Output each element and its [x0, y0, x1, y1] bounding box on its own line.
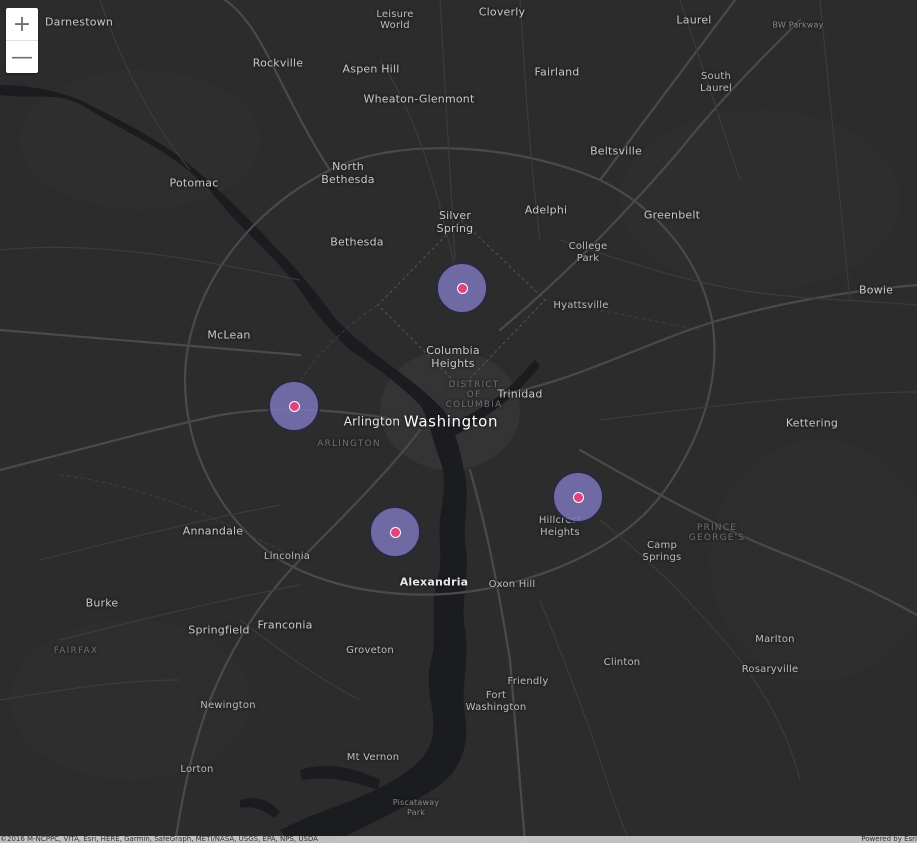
label-springfield: Springfield: [188, 623, 250, 637]
label-clinton: Clinton: [603, 657, 641, 668]
label-mclean: McLean: [207, 328, 251, 342]
label-greenbelt: Greenbelt: [643, 208, 701, 222]
label-washington: Washington: [403, 412, 499, 431]
map-view[interactable]: Darnestown Leisure World Cloverly Laurel…: [0, 0, 917, 843]
label-arlington-county: ARLINGTON: [317, 439, 381, 449]
marker-dot-icon: [390, 527, 401, 538]
label-aspen-hill: Aspen Hill: [342, 62, 400, 76]
marker-dot-icon: [573, 492, 584, 503]
label-arlington: Arlington: [343, 414, 401, 429]
label-cloverly: Cloverly: [478, 5, 526, 19]
label-franconia: Franconia: [257, 618, 313, 632]
label-annandale: Annandale: [182, 524, 244, 538]
label-burke: Burke: [85, 596, 119, 610]
label-fairland: Fairland: [534, 65, 580, 79]
label-fairfax-county: FAIRFAX: [53, 646, 99, 656]
attribution-bar: ©2016 M-NCPPC, VITA, Esri, HERE, Garmin,…: [0, 836, 917, 843]
label-potomac: Potomac: [169, 176, 219, 190]
zoom-in-button[interactable]: +: [6, 8, 38, 40]
label-district-of-columbia: DISTRICT OF COLUMBIA: [445, 380, 503, 410]
label-alexandria: Alexandria: [399, 575, 469, 589]
label-laurel: Laurel: [676, 13, 712, 27]
label-hyattsville: Hyattsville: [553, 300, 609, 311]
label-bowie: Bowie: [858, 283, 894, 297]
label-bethesda: Bethesda: [330, 235, 384, 249]
label-darnestown: Darnestown: [44, 15, 114, 29]
label-kettering: Kettering: [785, 416, 839, 430]
zoom-out-button[interactable]: —: [6, 40, 38, 73]
label-piscataway-park: Piscataway Park: [392, 798, 440, 817]
map-marker[interactable]: [369, 506, 421, 558]
label-groveton: Groveton: [346, 645, 394, 656]
attribution-text: ©2016 M-NCPPC, VITA, Esri, HERE, Garmin,…: [0, 836, 318, 843]
label-marlton: Marlton: [755, 634, 795, 645]
label-adelphi: Adelphi: [524, 203, 568, 217]
powered-by-esri-link[interactable]: Powered by Esri: [861, 836, 917, 843]
label-mt-vernon: Mt Vernon: [346, 752, 400, 763]
label-college-park: College Park: [568, 241, 608, 264]
label-friendly: Friendly: [507, 676, 549, 687]
label-beltsville: Beltsville: [590, 144, 642, 158]
label-leisure-world: Leisure World: [376, 9, 414, 31]
marker-dot-icon: [457, 283, 468, 294]
label-rosaryville: Rosaryville: [741, 664, 799, 675]
label-lorton: Lorton: [180, 764, 214, 775]
zoom-control: + —: [6, 8, 38, 73]
label-wheaton-glenmont: Wheaton-Glenmont: [363, 92, 475, 106]
map-marker[interactable]: [268, 380, 320, 432]
label-newington: Newington: [200, 700, 256, 711]
label-oxon-hill: Oxon Hill: [488, 579, 536, 590]
label-south-laurel: South Laurel: [699, 71, 733, 94]
label-camp-springs: Camp Springs: [642, 540, 682, 563]
map-marker[interactable]: [436, 262, 488, 314]
label-bw-parkway: BW Parkway: [772, 20, 824, 30]
label-trinidad: Trinidad: [497, 387, 543, 401]
label-silver-spring: Silver Spring: [436, 209, 474, 235]
label-lincolnia: Lincolnia: [263, 551, 311, 562]
map-marker[interactable]: [552, 471, 604, 523]
label-fort-washington: Fort Washington: [465, 690, 527, 713]
label-north-bethesda: North Bethesda: [321, 160, 375, 186]
label-columbia-heights: Columbia Heights: [426, 344, 480, 370]
marker-dot-icon: [289, 401, 300, 412]
label-prince-georges: PRINCE GEORGE'S: [688, 523, 746, 543]
label-rockville: Rockville: [252, 56, 304, 70]
